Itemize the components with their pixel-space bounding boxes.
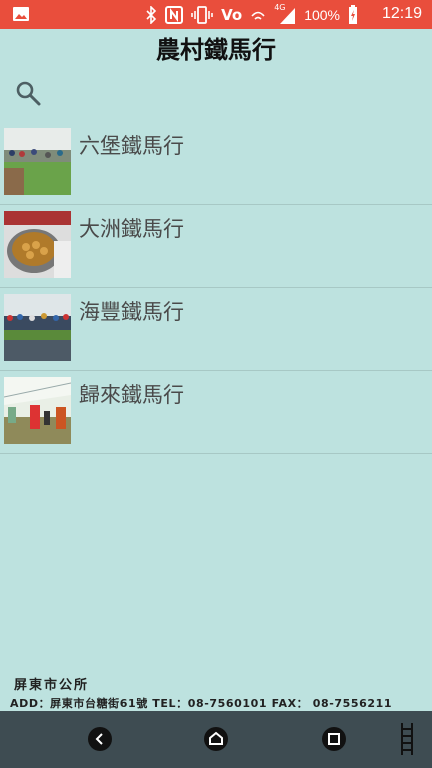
status-icons: Vo 4G 100% [145, 3, 358, 26]
image-notification-icon [13, 7, 29, 21]
list-item-haifeng[interactable]: 海豐鐵馬行 [0, 288, 432, 371]
page-title: 農村鐵馬行 [156, 36, 276, 64]
route-list: 六堡鐵馬行 大洲鐵馬行 海豐鐵馬行 歸來鐵馬行 [0, 122, 432, 454]
back-icon [95, 733, 103, 745]
footer-org-name: 屏東市公所 [14, 678, 90, 693]
list-item-dazhou[interactable]: 大洲鐵馬行 [0, 205, 432, 288]
back-button[interactable] [88, 727, 112, 751]
list-item-guilai[interactable]: 歸來鐵馬行 [0, 371, 432, 454]
guilai-thumbnail [4, 377, 71, 444]
status-bar: Vo 4G 100% 12:19 [0, 0, 432, 29]
search-icon[interactable] [14, 79, 42, 107]
clock: 12:19 [381, 5, 422, 22]
list-item-label: 六堡鐵馬行 [79, 134, 184, 158]
signal-icon: 4G [274, 3, 296, 25]
volte-label: Vo [221, 6, 243, 24]
haifeng-thumbnail [4, 294, 71, 361]
battery-charging-icon [349, 5, 357, 24]
home-icon [209, 731, 223, 745]
battery-percent: 100% [304, 7, 340, 23]
bluetooth-icon [146, 6, 157, 24]
list-item-label: 海豐鐵馬行 [79, 300, 184, 324]
recents-button[interactable] [322, 727, 346, 751]
keyboard-drag-handle-icon[interactable] [400, 723, 414, 755]
footer-address: ADD：屏東市台糖街61號 TEL：08-7560101 FAX： 08-755… [10, 697, 393, 710]
system-nav-bar [0, 711, 432, 768]
list-item-label: 歸來鐵馬行 [79, 383, 184, 407]
home-button[interactable] [204, 727, 228, 751]
recents-icon [328, 733, 340, 745]
nfc-icon [165, 6, 184, 24]
wifi-calling-icon [250, 6, 266, 24]
list-item-liubao[interactable]: 六堡鐵馬行 [0, 122, 432, 205]
list-item-label: 大洲鐵馬行 [79, 217, 184, 241]
liubao-thumbnail [4, 128, 71, 195]
dazhou-thumbnail [4, 211, 71, 278]
vibrate-icon [191, 6, 213, 24]
